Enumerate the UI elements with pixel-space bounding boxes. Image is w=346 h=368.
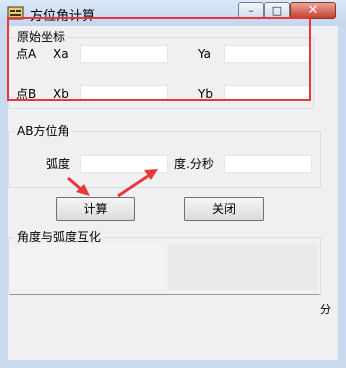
radian-output[interactable] <box>80 155 168 173</box>
radian-label: 弧度 <box>46 157 71 171</box>
dms-label: 度.分秒 <box>174 157 214 171</box>
calculate-button[interactable]: 计算 <box>56 197 135 221</box>
clipped-label: 分 <box>320 303 331 316</box>
horizontal-divider <box>10 294 319 295</box>
close-button[interactable]: 关闭 <box>184 197 264 221</box>
group-angle-radian-convert-title: 角度与弧度互化 <box>15 230 104 244</box>
convert-content-area <box>10 244 165 290</box>
highlight-box <box>7 17 311 101</box>
group-ab-azimuth-title: AB方位角 <box>15 124 72 138</box>
dms-output[interactable] <box>224 155 312 173</box>
convert-shaded-area <box>168 244 318 290</box>
